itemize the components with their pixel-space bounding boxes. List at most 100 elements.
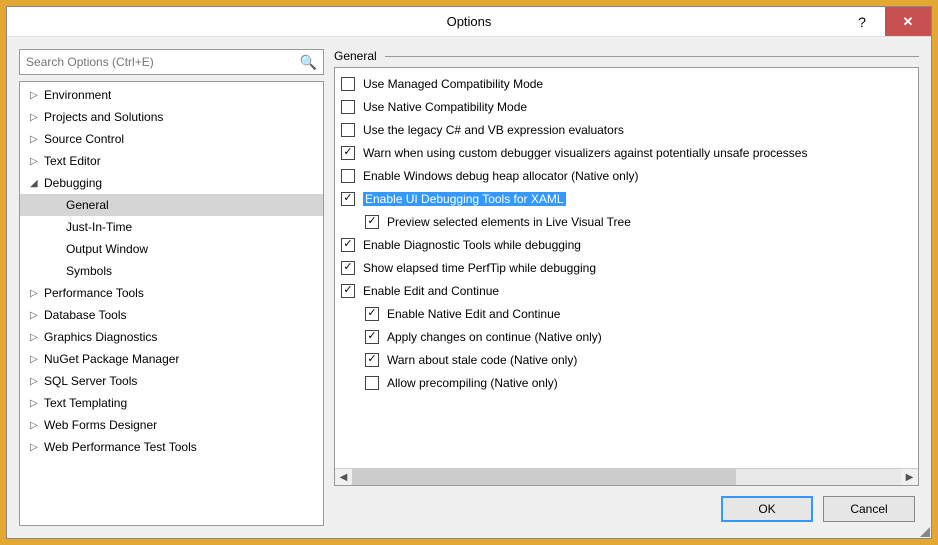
chevron-right-icon[interactable]: ▷ bbox=[30, 112, 44, 123]
section-header: General bbox=[334, 49, 919, 63]
options-dialog: Options ? ✕ 🔍 ▷Environment▷Projects and … bbox=[6, 6, 932, 539]
right-pane: General Use Managed Compatibility ModeUs… bbox=[334, 49, 919, 526]
checkbox[interactable] bbox=[341, 123, 355, 137]
tree-item-label: Symbols bbox=[66, 264, 112, 278]
options-box: Use Managed Compatibility Mode Use Native… bbox=[334, 67, 919, 486]
search-icon[interactable]: 🔍 bbox=[300, 54, 317, 71]
tree-item-label: Just-In-Time bbox=[66, 220, 132, 234]
option-row[interactable]: Warn about stale code (Native only) bbox=[341, 348, 912, 371]
tree-item-label: Database Tools bbox=[44, 308, 127, 322]
checkbox[interactable] bbox=[365, 353, 379, 367]
category-tree[interactable]: ▷Environment▷Projects and Solutions▷Sour… bbox=[19, 81, 324, 526]
tree-item[interactable]: ▷SQL Server Tools bbox=[20, 370, 323, 392]
tree-item[interactable]: ▷Database Tools bbox=[20, 304, 323, 326]
tree-item[interactable]: ▷Graphics Diagnostics bbox=[20, 326, 323, 348]
tree-item[interactable]: ▷Web Performance Test Tools bbox=[20, 436, 323, 458]
resize-grip-icon[interactable] bbox=[918, 525, 930, 537]
close-button[interactable]: ✕ bbox=[885, 7, 931, 36]
option-row[interactable]: Warn when using custom debugger visualiz… bbox=[341, 141, 912, 164]
checkbox[interactable] bbox=[341, 146, 355, 160]
chevron-right-icon[interactable]: ▷ bbox=[30, 134, 44, 145]
tree-item[interactable]: ◢Debugging bbox=[20, 172, 323, 194]
chevron-right-icon[interactable]: ▷ bbox=[30, 376, 44, 387]
chevron-right-icon[interactable]: ▷ bbox=[30, 398, 44, 409]
ok-button[interactable]: OK bbox=[721, 496, 813, 522]
option-row[interactable]: Preview selected elements in Live Visual… bbox=[341, 210, 912, 233]
tree-item[interactable]: General bbox=[20, 194, 323, 216]
scroll-right-icon[interactable]: ▶ bbox=[901, 472, 918, 483]
checkbox[interactable] bbox=[365, 307, 379, 321]
tree-item[interactable]: ▷Source Control bbox=[20, 128, 323, 150]
chevron-right-icon[interactable]: ▷ bbox=[30, 310, 44, 321]
checkbox[interactable] bbox=[341, 77, 355, 91]
tree-item[interactable]: Symbols bbox=[20, 260, 323, 282]
tree-item[interactable]: ▷Text Editor bbox=[20, 150, 323, 172]
help-button[interactable]: ? bbox=[839, 7, 885, 36]
titlebar: Options ? ✕ bbox=[7, 7, 931, 37]
tree-item[interactable]: ▷Performance Tools bbox=[20, 282, 323, 304]
tree-item[interactable]: ▷Web Forms Designer bbox=[20, 414, 323, 436]
tree-item-label: Performance Tools bbox=[44, 286, 144, 300]
checkbox[interactable] bbox=[341, 238, 355, 252]
search-input[interactable] bbox=[26, 55, 300, 69]
cancel-button[interactable]: Cancel bbox=[823, 496, 915, 522]
option-row[interactable]: Enable Edit and Continue bbox=[341, 279, 912, 302]
option-row[interactable]: Allow precompiling (Native only) bbox=[341, 371, 912, 394]
tree-item[interactable]: ▷Projects and Solutions bbox=[20, 106, 323, 128]
tree-item-label: Projects and Solutions bbox=[44, 110, 163, 124]
chevron-right-icon[interactable]: ▷ bbox=[30, 90, 44, 101]
window-controls: ? ✕ bbox=[839, 7, 931, 36]
option-row[interactable]: Enable Windows debug heap allocator (Nat… bbox=[341, 164, 912, 187]
tree-item[interactable]: ▷Text Templating bbox=[20, 392, 323, 414]
checkbox[interactable] bbox=[341, 192, 355, 206]
tree-item-label: General bbox=[66, 198, 109, 212]
tree-item[interactable]: Output Window bbox=[20, 238, 323, 260]
tree-item-label: Web Performance Test Tools bbox=[44, 440, 197, 454]
option-row[interactable]: Apply changes on continue (Native only) bbox=[341, 325, 912, 348]
option-label: Enable UI Debugging Tools for XAML bbox=[363, 192, 566, 206]
checkbox[interactable] bbox=[341, 284, 355, 298]
checkbox[interactable] bbox=[365, 215, 379, 229]
checkbox[interactable] bbox=[365, 376, 379, 390]
chevron-right-icon[interactable]: ▷ bbox=[30, 288, 44, 299]
option-label: Use Managed Compatibility Mode bbox=[363, 77, 543, 91]
checkbox[interactable] bbox=[341, 100, 355, 114]
chevron-down-icon[interactable]: ◢ bbox=[30, 178, 44, 189]
chevron-right-icon[interactable]: ▷ bbox=[30, 442, 44, 453]
checkbox[interactable] bbox=[341, 169, 355, 183]
horizontal-scrollbar[interactable]: ◀ ▶ bbox=[335, 468, 918, 485]
option-label: Warn about stale code (Native only) bbox=[387, 353, 577, 367]
chevron-right-icon[interactable]: ▷ bbox=[30, 156, 44, 167]
button-bar: OK Cancel bbox=[334, 486, 919, 526]
section-title: General bbox=[334, 49, 385, 63]
option-label: Allow precompiling (Native only) bbox=[387, 376, 558, 390]
scroll-left-icon[interactable]: ◀ bbox=[335, 472, 352, 483]
checkbox[interactable] bbox=[341, 261, 355, 275]
option-row[interactable]: Enable UI Debugging Tools for XAML bbox=[341, 187, 912, 210]
option-row[interactable]: Use Managed Compatibility Mode bbox=[341, 72, 912, 95]
chevron-right-icon[interactable]: ▷ bbox=[30, 354, 44, 365]
checkbox[interactable] bbox=[365, 330, 379, 344]
tree-item-label: Graphics Diagnostics bbox=[44, 330, 157, 344]
option-row[interactable]: Use Native Compatibility Mode bbox=[341, 95, 912, 118]
tree-item-label: Source Control bbox=[44, 132, 124, 146]
option-label: Warn when using custom debugger visualiz… bbox=[363, 146, 807, 160]
chevron-right-icon[interactable]: ▷ bbox=[30, 332, 44, 343]
search-box[interactable]: 🔍 bbox=[19, 49, 324, 75]
chevron-right-icon[interactable]: ▷ bbox=[30, 420, 44, 431]
option-row[interactable]: Enable Diagnostic Tools while debugging bbox=[341, 233, 912, 256]
option-label: Apply changes on continue (Native only) bbox=[387, 330, 602, 344]
option-row[interactable]: Show elapsed time PerfTip while debuggin… bbox=[341, 256, 912, 279]
scroll-track[interactable] bbox=[352, 469, 901, 485]
option-label: Show elapsed time PerfTip while debuggin… bbox=[363, 261, 596, 275]
tree-item[interactable]: ▷Environment bbox=[20, 84, 323, 106]
tree-item[interactable]: Just-In-Time bbox=[20, 216, 323, 238]
option-row[interactable]: Enable Native Edit and Continue bbox=[341, 302, 912, 325]
scroll-thumb[interactable] bbox=[352, 469, 736, 485]
tree-item-label: Text Templating bbox=[44, 396, 127, 410]
option-row[interactable]: Use the legacy C# and VB expression eval… bbox=[341, 118, 912, 141]
dialog-body: 🔍 ▷Environment▷Projects and Solutions▷So… bbox=[7, 37, 931, 538]
tree-item[interactable]: ▷NuGet Package Manager bbox=[20, 348, 323, 370]
option-label: Enable Native Edit and Continue bbox=[387, 307, 560, 321]
options-list[interactable]: Use Managed Compatibility Mode Use Native… bbox=[335, 68, 918, 468]
